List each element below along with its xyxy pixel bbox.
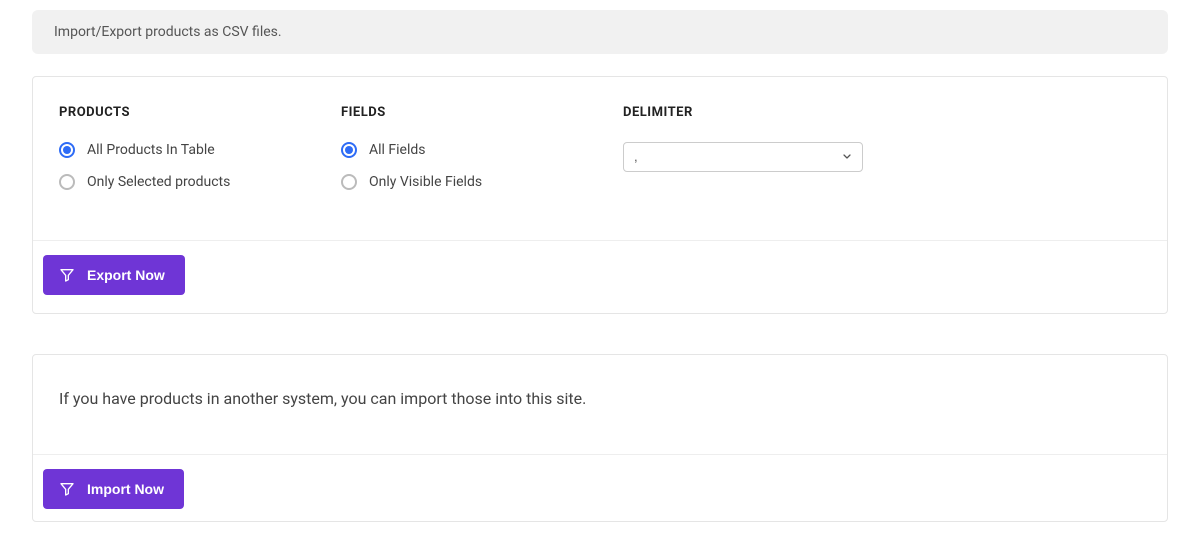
- import-card: If you have products in another system, …: [32, 354, 1168, 522]
- info-banner: Import/Export products as CSV files.: [32, 10, 1168, 54]
- radio-indicator-icon: [59, 174, 75, 190]
- import-description: If you have products in another system, …: [59, 383, 1141, 420]
- export-card-footer: Export Now: [33, 240, 1167, 313]
- products-section: PRODUCTS All Products In Table Only Sele…: [59, 105, 341, 206]
- import-button-label: Import Now: [87, 481, 164, 497]
- export-button-label: Export Now: [87, 267, 165, 283]
- export-now-button[interactable]: Export Now: [43, 255, 185, 295]
- radio-label: All Products In Table: [87, 142, 215, 158]
- export-card: PRODUCTS All Products In Table Only Sele…: [32, 76, 1168, 314]
- delimiter-value: ,: [634, 149, 638, 164]
- radio-label: Only Selected products: [87, 174, 230, 190]
- import-card-footer: Import Now: [33, 454, 1167, 521]
- delimiter-select[interactable]: ,: [623, 142, 863, 172]
- radio-visible-fields[interactable]: Only Visible Fields: [341, 174, 623, 190]
- radio-selected-products[interactable]: Only Selected products: [59, 174, 341, 190]
- products-title: PRODUCTS: [59, 105, 341, 120]
- radio-all-fields[interactable]: All Fields: [341, 142, 623, 158]
- filter-icon: [59, 481, 75, 497]
- fields-section: FIELDS All Fields Only Visible Fields: [341, 105, 623, 206]
- delimiter-title: DELIMITER: [623, 105, 1141, 120]
- export-card-body: PRODUCTS All Products In Table Only Sele…: [33, 77, 1167, 240]
- radio-label: Only Visible Fields: [369, 174, 482, 190]
- radio-label: All Fields: [369, 142, 426, 158]
- fields-title: FIELDS: [341, 105, 623, 120]
- filter-icon: [59, 267, 75, 283]
- radio-indicator-icon: [341, 174, 357, 190]
- delimiter-section: DELIMITER ,: [623, 105, 1141, 206]
- radio-indicator-icon: [59, 142, 75, 158]
- radio-indicator-icon: [341, 142, 357, 158]
- import-now-button[interactable]: Import Now: [43, 469, 184, 509]
- import-card-body: If you have products in another system, …: [33, 355, 1167, 454]
- delimiter-select-wrap: ,: [623, 142, 863, 172]
- info-banner-text: Import/Export products as CSV files.: [54, 24, 282, 40]
- radio-all-products[interactable]: All Products In Table: [59, 142, 341, 158]
